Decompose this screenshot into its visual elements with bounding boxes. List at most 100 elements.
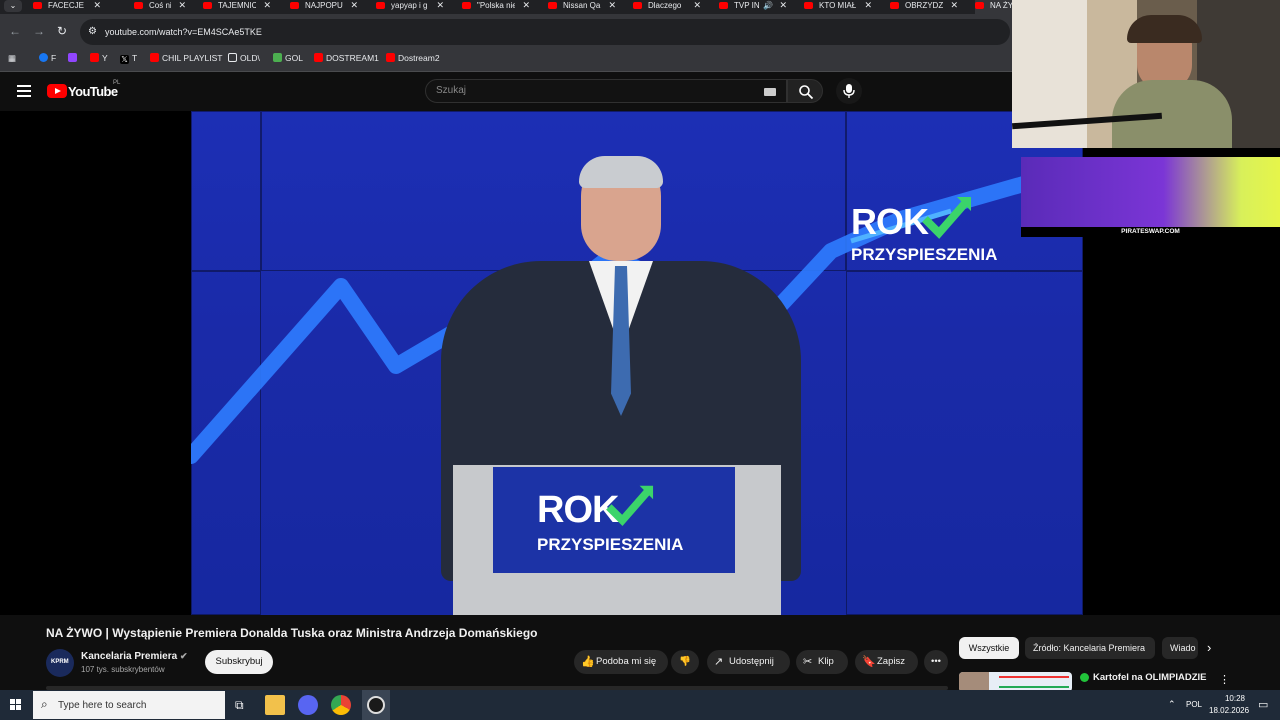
bookmark-item[interactable]: Y bbox=[90, 53, 108, 63]
keyboard-icon[interactable] bbox=[764, 88, 776, 96]
close-tab-icon[interactable]: ✕ bbox=[779, 0, 787, 11]
close-tab-icon[interactable]: ✕ bbox=[693, 0, 701, 11]
speaker-hair bbox=[579, 156, 663, 188]
like-label: Podoba mi się bbox=[596, 656, 657, 667]
tab-title: NAJPOPUl bbox=[305, 1, 343, 10]
like-button[interactable]: 👍 Podoba mi się bbox=[574, 650, 668, 674]
bookmark-item[interactable] bbox=[68, 53, 80, 63]
channel-name-text: Kancelaria Premiera bbox=[81, 651, 178, 662]
browser-tab[interactable]: Dlaczego ✕ bbox=[633, 0, 705, 14]
reload-icon[interactable]: ↻ bbox=[57, 24, 67, 38]
input-language[interactable]: POL bbox=[1186, 700, 1202, 709]
microphone-icon bbox=[843, 84, 855, 98]
youtube-favicon-icon bbox=[33, 2, 42, 9]
clip-button[interactable]: ✂ Klip bbox=[796, 650, 848, 674]
obs-icon-active[interactable] bbox=[362, 690, 390, 720]
sponsor-url: PIRATESWAP.COM bbox=[1021, 227, 1280, 237]
file-explorer-icon[interactable] bbox=[265, 695, 285, 715]
bookmark-label: Dostream2 bbox=[398, 53, 440, 63]
chip-all[interactable]: Wszystkie bbox=[959, 637, 1019, 659]
tab-search-button[interactable]: ⌄ bbox=[4, 0, 22, 12]
recommendation-title[interactable]: Kartofel na OLIMPIADZIE bbox=[1093, 672, 1206, 683]
more-vert-icon[interactable]: ⋮ bbox=[1219, 673, 1230, 686]
close-tab-icon[interactable]: ✕ bbox=[350, 0, 358, 11]
browser-tab[interactable]: FACECJE JE ✕ bbox=[33, 0, 105, 14]
chrome-icon[interactable] bbox=[331, 695, 351, 715]
browser-toolbar: ← → ↻ ⚙ youtube.com/watch?v=EM4SCAe5TKE bbox=[0, 14, 1012, 48]
windows-start-icon[interactable] bbox=[10, 699, 22, 711]
browser-tab[interactable]: Nissan Qa ✕ bbox=[548, 0, 620, 14]
bookmark-item[interactable]: Dostream2 bbox=[386, 53, 440, 63]
address-bar[interactable]: ⚙ youtube.com/watch?v=EM4SCAe5TKE bbox=[80, 19, 1010, 45]
more-actions-button[interactable]: ••• bbox=[924, 650, 948, 674]
bookmark-label: T bbox=[132, 53, 138, 63]
channel-name[interactable]: Kancelaria Premiera ✔ bbox=[81, 651, 188, 662]
close-tab-icon[interactable]: ✕ bbox=[263, 0, 271, 11]
close-tab-icon[interactable]: ✕ bbox=[522, 0, 530, 11]
youtube-logo[interactable]: YouTube PL bbox=[47, 80, 120, 101]
task-view-icon[interactable]: ⧉ bbox=[235, 698, 244, 713]
apps-icon[interactable]: ▦ bbox=[8, 53, 16, 64]
sponsor-banner bbox=[1021, 157, 1280, 227]
browser-tab-active[interactable]: NA ŻY bbox=[975, 0, 1012, 14]
site-info-icon[interactable]: ⚙ bbox=[88, 26, 97, 37]
forward-icon[interactable]: → bbox=[33, 24, 45, 38]
share-button[interactable]: ↗ Udostępnij bbox=[707, 650, 790, 674]
windows-taskbar: ⌕ Type here to search ⧉ ⌃ POL 10:28 18.0… bbox=[0, 690, 1280, 720]
video-frame[interactable]: ROK PRZYSPIESZENIA ROK PRZYSPIESZENIA bbox=[191, 111, 1083, 615]
bookmark-label: DOSTREAM1 bbox=[326, 53, 379, 63]
close-tab-icon[interactable]: ✕ bbox=[178, 0, 186, 11]
thumbnail-graphic bbox=[999, 676, 1069, 688]
tray-chevron-icon[interactable]: ⌃ bbox=[1168, 699, 1176, 710]
browser-tab[interactable]: OBRZYDZA ✕ bbox=[890, 0, 962, 14]
x-icon: 𝕏 bbox=[120, 55, 129, 64]
chevron-right-icon[interactable]: › bbox=[1207, 640, 1211, 655]
notifications-icon[interactable]: ▭ bbox=[1258, 698, 1268, 711]
browser-tab[interactable]: "Polska nie ✕ bbox=[462, 0, 534, 14]
browser-tab[interactable]: yapyap i g ✕ bbox=[376, 0, 448, 14]
chip-news[interactable]: Wiado bbox=[1162, 637, 1198, 659]
bookmark-folder[interactable]: OLD\ bbox=[228, 53, 260, 63]
search-input[interactable]: Szukaj bbox=[425, 79, 787, 103]
scissors-icon: ✂ bbox=[803, 656, 813, 668]
tab-title: NA ŻY bbox=[990, 1, 1012, 10]
voice-search-button[interactable] bbox=[836, 78, 862, 104]
close-tab-icon[interactable]: ✕ bbox=[608, 0, 616, 11]
bookmark-label: F bbox=[51, 53, 57, 63]
thumbnail-face bbox=[959, 672, 989, 692]
tab-title: "Polska nie bbox=[477, 1, 515, 10]
bookmarks-bar: ▦ F Y 𝕏T CHIL PLAYLIST OLD\ GOL DOSTREAM… bbox=[0, 48, 1012, 72]
dislike-button[interactable]: 👎 bbox=[671, 650, 699, 674]
back-icon[interactable]: ← bbox=[9, 24, 21, 38]
youtube-favicon-icon bbox=[719, 2, 728, 9]
sponsor-overlay: PIRATESWAP.COM bbox=[1021, 157, 1280, 237]
discord-icon[interactable] bbox=[298, 695, 318, 715]
clock-time[interactable]: 10:28 bbox=[1211, 694, 1245, 703]
browser-tab[interactable]: Coś ni ✕ bbox=[134, 0, 190, 14]
bookmark-item[interactable]: GOL bbox=[273, 53, 303, 63]
search-button[interactable] bbox=[787, 79, 823, 103]
channel-avatar[interactable]: KPRM bbox=[46, 649, 74, 677]
bookmark-item[interactable]: CHIL PLAYLIST bbox=[150, 53, 222, 63]
menu-icon[interactable] bbox=[17, 85, 31, 97]
browser-tab[interactable]: NAJPOPUl ✕ bbox=[290, 0, 362, 14]
youtube-favicon-icon bbox=[633, 2, 642, 9]
close-tab-icon[interactable]: ✕ bbox=[950, 0, 958, 11]
close-tab-icon[interactable]: ✕ bbox=[436, 0, 444, 11]
browser-tab[interactable]: TAJEMNIC ✕ bbox=[203, 0, 275, 14]
clock-date[interactable]: 18.02.2026 bbox=[1209, 706, 1249, 715]
bookmark-item[interactable]: F bbox=[39, 53, 56, 63]
close-tab-icon[interactable]: ✕ bbox=[864, 0, 872, 11]
browser-tab[interactable]: KTO MIAŁ ✕ bbox=[804, 0, 876, 14]
bookmark-item[interactable]: 𝕏T bbox=[120, 53, 137, 64]
bookmark-label: CHIL PLAYLIST bbox=[162, 53, 223, 63]
subscribe-button[interactable]: Subskrybuj bbox=[205, 650, 273, 674]
bookmark-item[interactable]: DOSTREAM1 bbox=[314, 53, 379, 63]
taskbar-search-input[interactable]: ⌕ Type here to search bbox=[33, 691, 225, 719]
close-tab-icon[interactable]: ✕ bbox=[93, 0, 101, 11]
save-button[interactable]: 🔖 Zapisz bbox=[855, 650, 918, 674]
recommendation-thumbnail[interactable] bbox=[959, 672, 1072, 692]
chip-source[interactable]: Źródło: Kancelaria Premiera bbox=[1025, 637, 1155, 659]
browser-tab[interactable]: TVP IN 🔊 ✕ bbox=[719, 0, 791, 14]
backdrop-logo-rok: ROK bbox=[851, 201, 929, 242]
